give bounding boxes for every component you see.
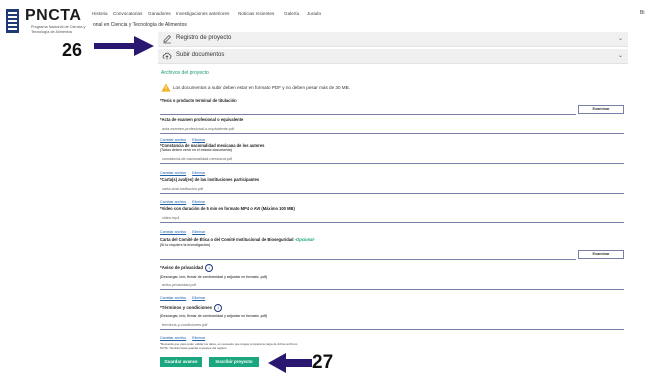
- accordion-label-subir: Subir documentos: [176, 52, 225, 58]
- accordion-label-registro: Registro de proyecto: [176, 35, 232, 41]
- nav-item-historia[interactable]: Historia: [92, 11, 108, 16]
- top-bar: PNCTA Programa Nacional de Ciencia y Tec…: [0, 0, 654, 39]
- warning-text: Los documentos a subir deben estar en fo…: [173, 85, 350, 90]
- institution-file-actions: Cambiar archivo Eliminar: [160, 200, 211, 204]
- privacy-file-actions: Cambiar archivo Eliminar: [160, 296, 211, 300]
- delete-file-link[interactable]: Eliminar: [192, 171, 205, 175]
- nav-item-jurado[interactable]: Jurado: [307, 11, 321, 16]
- brand-subtitle: Programa Nacional de Ciencia y Tecnologí…: [31, 25, 86, 34]
- delete-file-link[interactable]: Eliminar: [192, 230, 205, 234]
- terms-file-field[interactable]: terminos-y-condiciones.pdf: [160, 320, 624, 330]
- ethics-label: Carta del Comité de Ética o del Comité I…: [160, 237, 315, 242]
- video-file-name: video.mp4: [162, 216, 180, 220]
- privacy-file-field[interactable]: aviso-privacidad.pdf: [160, 280, 624, 290]
- callout-number-27: 27: [312, 352, 334, 373]
- browse-button-ethics[interactable]: Examinar: [578, 250, 624, 259]
- privacy-hint: (Descargar, leer, firmar de conformidad …: [160, 275, 268, 279]
- video-label: *Video con duración de 5 min en formato …: [160, 206, 295, 211]
- browse-button-thesis[interactable]: Examinar: [578, 105, 624, 114]
- download-privacy-icon[interactable]: ↓: [205, 264, 214, 272]
- institution-label: *Carta(s) aval(es) de las instituciones …: [160, 177, 260, 182]
- delete-file-link[interactable]: Eliminar: [192, 138, 205, 142]
- program-title: onal en Ciencia y Tecnología de Alimento…: [93, 22, 187, 28]
- privacy-label: *Aviso de privacidad ↓: [160, 264, 214, 272]
- change-file-link[interactable]: Cambiar archivo: [160, 296, 186, 300]
- video-file-actions: Cambiar archivo Eliminar: [160, 230, 211, 234]
- ethics-label-text: Carta del Comité de Ética o del Comité I…: [160, 237, 294, 242]
- terms-file-actions: Cambiar archivo Eliminar: [160, 336, 211, 340]
- exam-file-name: acta-examen-profesional-o-equivalente.pd…: [162, 127, 235, 131]
- chevron-down-icon: ⌄: [617, 53, 623, 59]
- change-file-link[interactable]: Cambiar archivo: [160, 230, 186, 234]
- ethics-file-field[interactable]: [160, 250, 576, 260]
- callout-arrow-right-icon: [94, 36, 154, 56]
- nav-item-investigaciones[interactable]: Investigaciones anteriores: [176, 11, 229, 16]
- nav-item-galeria[interactable]: Galería: [284, 11, 299, 16]
- thesis-label: *Tesis o producto terminal de titulación: [160, 98, 237, 103]
- callout-number-26: 26: [62, 40, 83, 60]
- exam-label: *Acta de examen profesional o equivalent…: [160, 117, 244, 122]
- download-terms-icon[interactable]: ↓: [213, 304, 222, 312]
- accordion-registro-proyecto[interactable]: Registro de proyecto ⌄: [158, 32, 628, 47]
- delete-file-link[interactable]: Eliminar: [192, 336, 205, 340]
- institution-logo: [6, 9, 19, 33]
- pencil-icon: [163, 35, 171, 44]
- privacy-label-text: *Aviso de privacidad: [160, 265, 204, 271]
- nav-item-ganadores[interactable]: Ganadores: [148, 11, 171, 16]
- change-file-link[interactable]: Cambiar archivo: [160, 138, 186, 142]
- accordion-subir-documentos[interactable]: Subir documentos ⌄: [158, 49, 628, 64]
- optional-tag: -Opcional-: [294, 237, 315, 242]
- ethics-hint: (Si lo requiere la investigación): [160, 243, 211, 247]
- warning-icon: [161, 83, 171, 92]
- nationality-file-field[interactable]: constancia-de-nacionalidad-mexicana.pdf: [160, 154, 624, 164]
- exam-file-field[interactable]: acta-examen-profesional-o-equivalente.pd…: [160, 124, 624, 134]
- section-title: Archivos del proyecto: [161, 70, 209, 76]
- terms-hint: (Descargar, leer, firmar de conformidad …: [160, 314, 268, 318]
- delete-file-link[interactable]: Eliminar: [192, 296, 205, 300]
- change-file-link[interactable]: Cambiar archivo: [160, 200, 186, 204]
- change-file-link[interactable]: Cambiar archivo: [160, 336, 186, 340]
- thesis-file-field[interactable]: [160, 105, 576, 115]
- nationality-file-name: constancia-de-nacionalidad-mexicana.pdf: [162, 157, 233, 161]
- terms-file-name: terminos-y-condiciones.pdf: [162, 323, 208, 327]
- footnote-note: NOTA: Tendrás hasta guardar el avance de…: [160, 346, 227, 350]
- nav-right-item[interactable]: Bi: [640, 10, 644, 16]
- register-project-button[interactable]: Inscribir proyecto: [209, 357, 259, 367]
- nationality-file-actions: Cambiar archivo Eliminar: [160, 171, 211, 175]
- exam-file-actions: Cambiar archivo Eliminar: [160, 138, 211, 142]
- terms-label-text: *Términos y condiciones: [160, 305, 212, 311]
- nationality-hint: (Todos deben venir en el mismo documento…: [160, 148, 232, 152]
- callout-arrow-left-icon: [268, 353, 312, 373]
- save-progress-button[interactable]: Guardar avance: [160, 357, 202, 367]
- terms-label: *Términos y condiciones ↓: [160, 304, 222, 312]
- nav-item-noticias[interactable]: Noticias recientes: [238, 11, 274, 16]
- upload-cloud-icon: [162, 52, 172, 60]
- institution-file-name: carta-aval-institucion.pdf: [162, 187, 204, 191]
- chevron-down-icon: ⌄: [617, 36, 623, 42]
- delete-file-link[interactable]: Eliminar: [192, 200, 205, 204]
- brand-logo[interactable]: PNCTA Programa Nacional de Ciencia y Tec…: [25, 7, 93, 39]
- nav-item-convocatorias[interactable]: Convocatorias: [113, 11, 142, 16]
- privacy-file-name: aviso-privacidad.pdf: [162, 283, 196, 287]
- change-file-link[interactable]: Cambiar archivo: [160, 171, 186, 175]
- brand-name: PNCTA: [25, 7, 82, 24]
- video-file-field[interactable]: video.mp4: [160, 213, 624, 223]
- institution-file-field[interactable]: carta-aval-institucion.pdf: [160, 184, 624, 194]
